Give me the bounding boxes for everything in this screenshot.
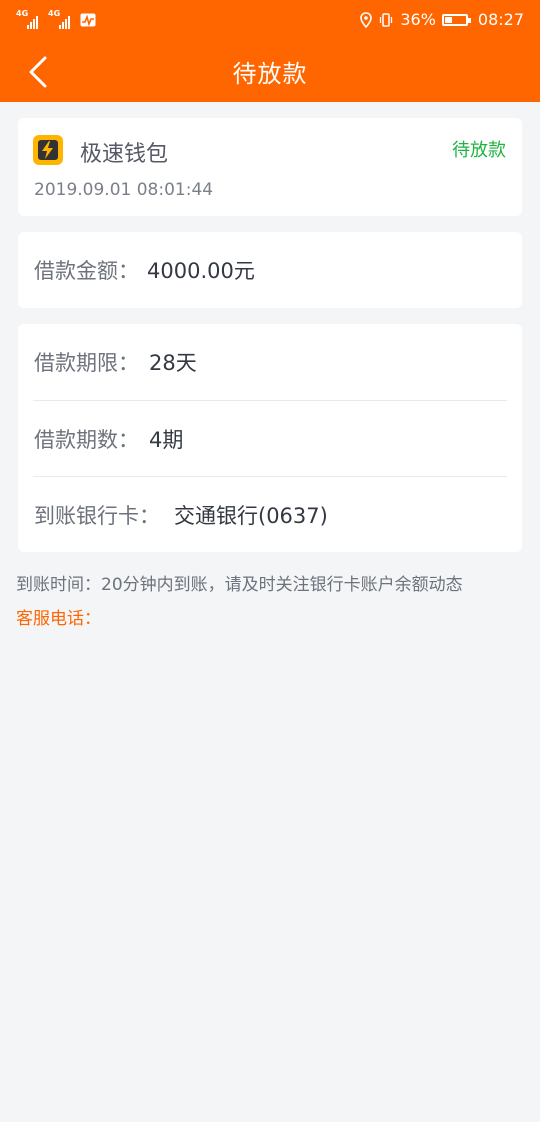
lightning-icon bbox=[38, 140, 58, 160]
amount-card: 借款金额： 4000.00元 bbox=[18, 232, 522, 308]
installments-label: 借款期数： bbox=[34, 427, 139, 452]
signal-icon: 4G bbox=[16, 9, 38, 29]
app-header: 4G 4G 36% 08:27 待放款 bbox=[0, 0, 540, 102]
network-type-2: 4G bbox=[48, 9, 61, 18]
battery-percent: 36% bbox=[400, 10, 436, 29]
location-icon bbox=[360, 11, 373, 28]
order-card[interactable]: 极速钱包 待放款 2019.09.01 08:01:44 bbox=[18, 118, 522, 216]
term-value: 28天 bbox=[149, 351, 197, 375]
page-title: 待放款 bbox=[232, 60, 308, 88]
arrival-notice: 到账时间：20分钟内到账，请及时关注银行卡账户余额动态 bbox=[16, 575, 463, 595]
service-phone-link[interactable]: 客服电话： bbox=[16, 604, 524, 629]
installments-value: 4期 bbox=[149, 427, 184, 452]
vibrate-icon bbox=[380, 12, 393, 27]
signal-group: 4G 4G bbox=[16, 9, 96, 29]
detail-row-bank-card: 到账银行卡： 交通银行(0637) bbox=[33, 476, 507, 552]
battery-icon bbox=[441, 13, 471, 26]
order-datetime: 2019.09.01 08:01:44 bbox=[34, 180, 214, 200]
amount-row: 借款金额： 4000.00元 bbox=[18, 232, 522, 308]
status-right: 36% 08:27 bbox=[360, 10, 524, 29]
amount-value: 4000.00元 bbox=[147, 259, 255, 283]
activity-icon bbox=[80, 13, 96, 27]
bank-card-label: 到账银行卡： bbox=[34, 503, 160, 528]
detail-row-term: 借款期限： 28天 bbox=[33, 324, 507, 400]
status-time: 08:27 bbox=[477, 10, 524, 29]
network-type: 4G bbox=[16, 9, 29, 18]
status-bar: 4G 4G 36% 08:27 bbox=[0, 0, 540, 42]
battery-fill bbox=[444, 16, 452, 23]
nav-bar: 待放款 bbox=[0, 42, 540, 102]
bank-card-value: 交通银行(0637) bbox=[174, 503, 328, 528]
term-label: 借款期限： bbox=[34, 351, 139, 375]
signal-icon-2: 4G bbox=[48, 9, 70, 29]
app-name: 极速钱包 bbox=[80, 142, 169, 167]
detail-row-installments: 借款期数： 4期 bbox=[33, 400, 507, 476]
loan-details-card: 借款期限： 28天 借款期数： 4期 到账银行卡： 交通银行(0637) bbox=[18, 324, 522, 552]
amount-label: 借款金额： bbox=[34, 259, 139, 283]
status-badge: 待放款 bbox=[452, 140, 506, 161]
app-logo bbox=[33, 135, 63, 165]
